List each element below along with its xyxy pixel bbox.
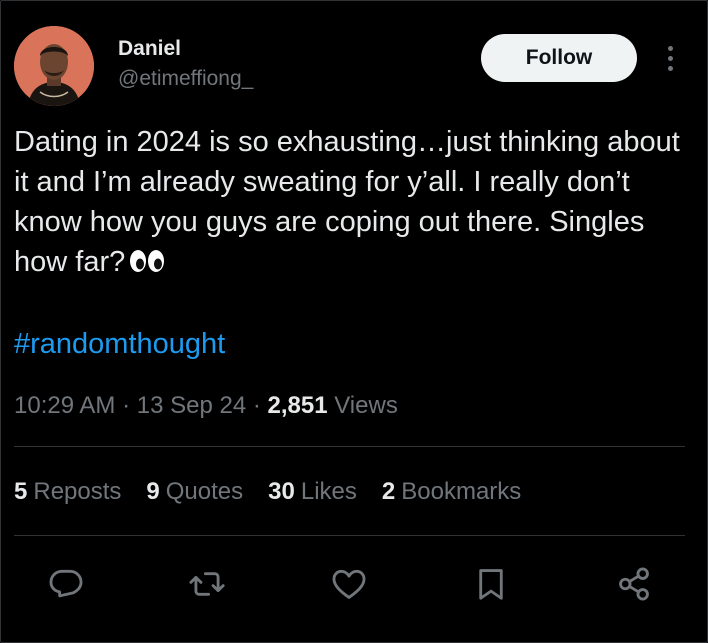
tweet-meta: 10:29 AM · 13 Sep 24 · 2,851 Views xyxy=(14,390,398,422)
action-bar xyxy=(0,560,708,608)
more-dot xyxy=(667,65,673,71)
quotes-label: Quotes xyxy=(165,478,244,505)
reposts-stat[interactable]: 5 Reposts xyxy=(14,476,121,508)
tweet-body: Dating in 2024 is so exhausting…just thi… xyxy=(14,122,684,285)
follow-button[interactable]: Follow xyxy=(481,34,637,82)
share-icon[interactable] xyxy=(610,560,658,608)
reply-icon[interactable] xyxy=(42,560,90,608)
likes-stat[interactable]: 30 Likes xyxy=(268,476,357,508)
views-label: Views xyxy=(327,392,398,419)
bookmarks-stat[interactable]: 2 Bookmarks xyxy=(382,476,521,508)
more-dot xyxy=(667,55,673,61)
hashtag-link[interactable]: #randomthought xyxy=(14,324,225,364)
eyes-emoji-icon xyxy=(129,245,165,285)
repost-icon[interactable] xyxy=(183,560,231,608)
engagement-stats: 5 Reposts 9 Quotes 30 Likes 2 Bookmarks xyxy=(14,476,546,508)
quotes-stat[interactable]: 9 Quotes xyxy=(146,476,243,508)
meta-separator: · xyxy=(246,392,268,419)
likes-count: 30 xyxy=(268,478,295,505)
bookmarks-count: 2 xyxy=(381,478,396,505)
like-icon[interactable] xyxy=(325,560,373,608)
divider xyxy=(14,535,685,536)
tweet-time[interactable]: 10:29 AM xyxy=(14,392,115,419)
more-options-icon[interactable] xyxy=(658,40,682,76)
tweet-header: Daniel @etimeffiong_ Follow xyxy=(14,26,694,106)
reposts-count: 5 xyxy=(14,478,28,505)
tweet-text: Dating in 2024 is so exhausting…just thi… xyxy=(14,126,688,278)
quotes-count: 9 xyxy=(146,478,160,505)
avatar[interactable] xyxy=(14,26,94,106)
bookmarks-label: Bookmarks xyxy=(401,478,522,505)
more-dot xyxy=(667,45,673,51)
divider xyxy=(14,446,685,447)
avatar-portrait xyxy=(14,26,94,106)
author-name[interactable]: Daniel xyxy=(118,37,181,61)
author-handle[interactable]: @etimeffiong_ xyxy=(118,67,253,91)
reposts-label: Reposts xyxy=(33,478,122,505)
views-count[interactable]: 2,851 xyxy=(268,392,328,419)
meta-separator: · xyxy=(115,392,137,419)
likes-label: Likes xyxy=(300,478,357,505)
bookmark-icon[interactable] xyxy=(467,560,515,608)
tweet-date[interactable]: 13 Sep 24 xyxy=(137,392,246,419)
